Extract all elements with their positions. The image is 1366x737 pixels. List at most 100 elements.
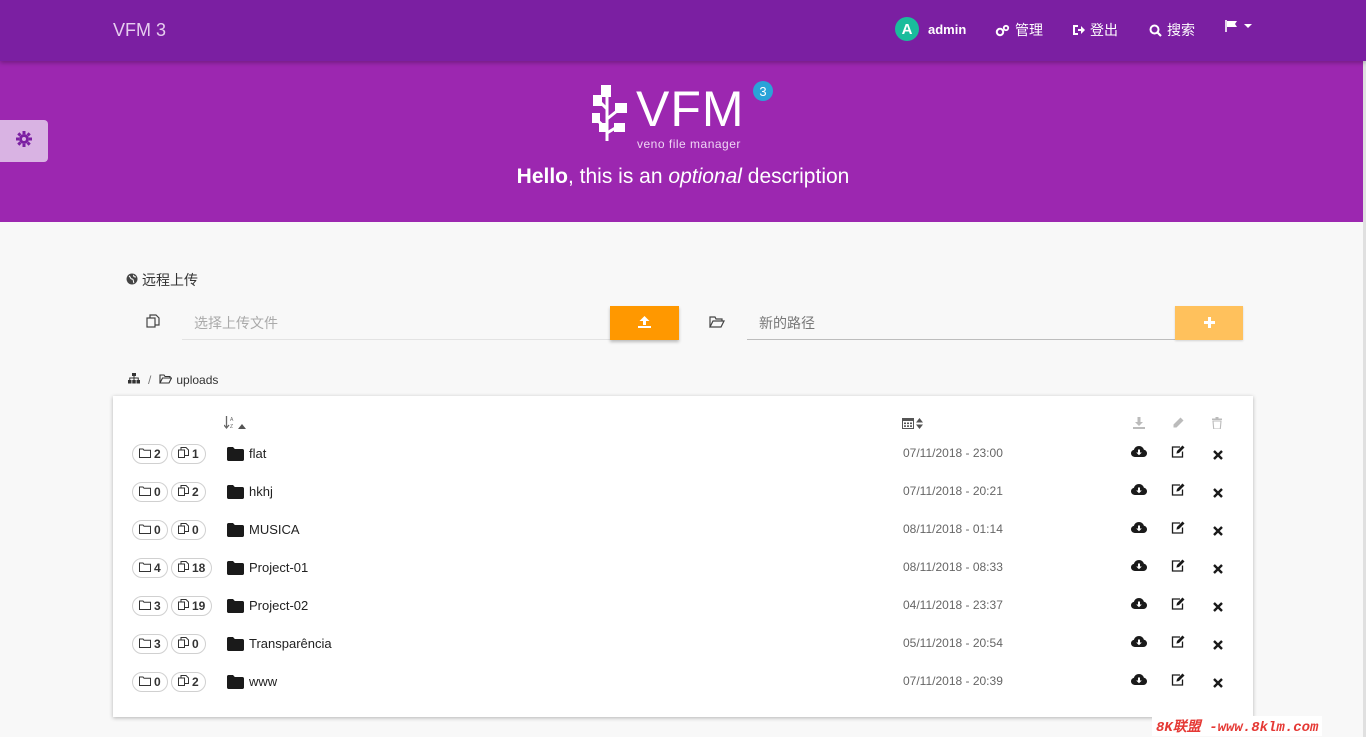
search-icon — [1149, 24, 1162, 37]
folder-name-link[interactable]: www — [249, 674, 277, 689]
download-zip-icon[interactable] — [1131, 635, 1147, 653]
gears-icon — [995, 24, 1010, 37]
chevron-down-icon — [1244, 24, 1252, 28]
breadcrumb: / uploads — [128, 373, 218, 387]
download-zip-icon[interactable] — [1131, 673, 1147, 691]
folder-icon[interactable] — [227, 675, 244, 694]
folder-name-link[interactable]: flat — [249, 446, 266, 461]
search-label: 搜索 — [1167, 22, 1195, 38]
delete-icon[interactable] — [1213, 447, 1223, 465]
subfolder-count: 3 — [154, 637, 161, 651]
tagline-italic: optional — [668, 165, 742, 188]
table-row[interactable]: 2 1 flat 07/11/2018 - 23:00 — [113, 444, 1253, 482]
folder-icon[interactable] — [227, 447, 244, 466]
file-count-badge: 1 — [171, 444, 206, 464]
folder-outline-icon — [139, 523, 151, 537]
top-navbar: VFM 3 A admin 管理 登出 搜索 — [0, 0, 1366, 61]
breadcrumb-folder-label: uploads — [176, 373, 219, 387]
download-zip-icon[interactable] — [1131, 521, 1147, 539]
folder-outline-icon — [139, 561, 151, 575]
file-count-badge: 2 — [171, 672, 206, 692]
folder-outline-icon — [139, 447, 151, 461]
files-icon — [178, 637, 189, 651]
sort-name-header[interactable]: AZ — [223, 416, 246, 434]
globe-icon — [126, 272, 138, 288]
files-icon — [146, 314, 160, 333]
delete-icon[interactable] — [1213, 561, 1223, 579]
folder-icon[interactable] — [227, 485, 244, 504]
search-link[interactable]: 搜索 — [1149, 20, 1195, 40]
download-zip-icon[interactable] — [1131, 483, 1147, 501]
logout-link[interactable]: 登出 — [1072, 20, 1118, 40]
file-count-badge: 0 — [171, 520, 206, 540]
logo-tagline: veno file manager — [637, 137, 741, 151]
subfolder-count-badge: 2 — [132, 444, 168, 464]
file-count: 0 — [192, 523, 199, 537]
table-row[interactable]: 4 18 Project-01 08/11/2018 - 08:33 — [113, 558, 1253, 596]
table-row[interactable]: 0 0 MUSICA 08/11/2018 - 01:14 — [113, 520, 1253, 558]
folder-icon[interactable] — [227, 637, 244, 656]
file-count: 2 — [192, 675, 199, 689]
table-row[interactable]: 0 2 hkhj 07/11/2018 - 20:21 — [113, 482, 1253, 520]
logout-label: 登出 — [1090, 22, 1118, 38]
file-count: 18 — [192, 561, 206, 575]
delete-icon[interactable] — [1213, 599, 1223, 617]
files-icon — [178, 447, 189, 461]
delete-icon[interactable] — [1213, 637, 1223, 655]
folder-icon[interactable] — [227, 599, 244, 618]
folder-date: 07/11/2018 - 23:00 — [903, 446, 1003, 460]
tagline-mid: , this is an — [568, 165, 669, 188]
subfolder-count: 0 — [154, 675, 161, 689]
remote-upload-label[interactable]: 远程上传 — [126, 270, 198, 290]
folder-name-link[interactable]: Transparência — [249, 636, 332, 651]
rename-icon[interactable] — [1171, 597, 1185, 615]
download-zip-icon[interactable] — [1131, 597, 1147, 615]
subfolder-count-badge: 4 — [132, 558, 168, 578]
admin-link[interactable]: 管理 — [995, 20, 1043, 40]
breadcrumb-current[interactable]: uploads — [159, 373, 218, 387]
table-row[interactable]: 0 2 www 07/11/2018 - 20:39 — [113, 672, 1253, 710]
folder-name-link[interactable]: hkhj — [249, 484, 273, 499]
language-dropdown[interactable] — [1225, 20, 1252, 32]
settings-toggle-button[interactable] — [0, 120, 48, 162]
hero-description: Hello, this is an optional description — [0, 165, 1366, 189]
avatar: A — [895, 17, 919, 41]
watermark: 8K联盟 -www.8klm.com — [1152, 716, 1323, 736]
tree-icon — [592, 85, 627, 141]
download-header-icon — [1133, 416, 1145, 434]
delete-icon[interactable] — [1213, 523, 1223, 541]
folder-icon[interactable] — [227, 523, 244, 542]
user-menu[interactable]: A admin — [895, 17, 966, 41]
sort-date-header[interactable] — [902, 416, 923, 434]
rename-icon[interactable] — [1171, 673, 1185, 691]
rename-icon[interactable] — [1171, 559, 1185, 577]
folder-open-icon — [159, 373, 173, 387]
add-folder-button[interactable] — [1175, 306, 1243, 340]
logo-wordmark: VFM — [636, 81, 745, 137]
table-row[interactable]: 3 19 Project-02 04/11/2018 - 23:37 — [113, 596, 1253, 634]
download-zip-icon[interactable] — [1131, 559, 1147, 577]
pencil-header-icon — [1172, 416, 1184, 434]
rename-icon[interactable] — [1171, 445, 1185, 463]
sitemap-icon[interactable] — [128, 373, 140, 387]
folder-name-link[interactable]: Project-02 — [249, 598, 308, 613]
folder-icon[interactable] — [227, 561, 244, 580]
rename-icon[interactable] — [1171, 521, 1185, 539]
cog-icon — [16, 130, 32, 152]
file-upload-input[interactable] — [182, 306, 610, 340]
folder-outline-icon — [139, 599, 151, 613]
new-path-input[interactable] — [747, 306, 1175, 340]
download-zip-icon[interactable] — [1131, 445, 1147, 463]
rename-icon[interactable] — [1171, 635, 1185, 653]
folder-table: AZ 2 1 flat 07/11/2018 - 23:00 0 2 hkhj 07/11/2… — [113, 396, 1253, 717]
folder-name-link[interactable]: MUSICA — [249, 522, 300, 537]
delete-icon[interactable] — [1213, 485, 1223, 503]
file-count: 19 — [192, 599, 206, 613]
brand-link[interactable]: VFM 3 — [113, 20, 166, 41]
upload-button[interactable] — [610, 306, 679, 340]
folder-date: 07/11/2018 - 20:39 — [903, 674, 1003, 688]
rename-icon[interactable] — [1171, 483, 1185, 501]
delete-icon[interactable] — [1213, 675, 1223, 693]
folder-name-link[interactable]: Project-01 — [249, 560, 308, 575]
table-row[interactable]: 3 0 Transparência 05/11/2018 - 20:54 — [113, 634, 1253, 672]
